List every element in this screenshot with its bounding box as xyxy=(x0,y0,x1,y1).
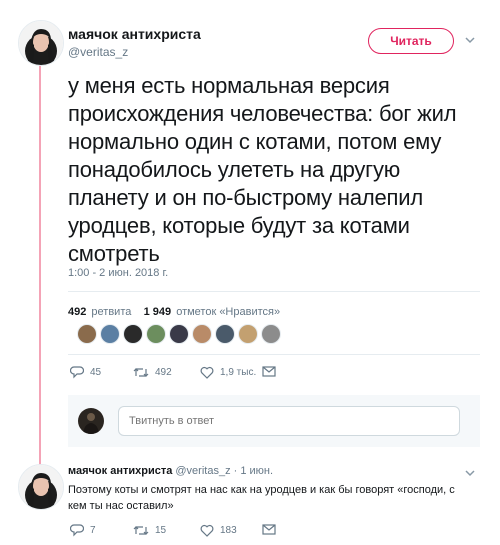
tweet-timestamp[interactable]: 1:00 - 2 июн. 2018 г. xyxy=(68,267,168,279)
message-icon xyxy=(262,524,276,535)
liker-avatar[interactable] xyxy=(238,324,258,344)
retweet-count[interactable]: 492 xyxy=(68,306,86,318)
liker-avatar[interactable] xyxy=(146,324,166,344)
reply-direct-message-action[interactable] xyxy=(262,524,282,535)
direct-message-action[interactable] xyxy=(262,366,282,377)
reply-count: 45 xyxy=(90,367,102,378)
reply-like-count: 183 xyxy=(220,525,237,536)
chevron-down-icon[interactable] xyxy=(464,33,476,51)
reply-author-name[interactable]: маячок антихриста xyxy=(68,465,172,477)
liker-avatar[interactable] xyxy=(192,324,212,344)
reply-header: маячок антихриста @veritas_z · 1 июн. xyxy=(68,465,273,477)
liker-avatar[interactable] xyxy=(261,324,281,344)
liker-avatar[interactable] xyxy=(77,324,97,344)
liker-avatar[interactable] xyxy=(123,324,143,344)
like-action-count: 1,9 тыс. xyxy=(220,367,257,378)
reply-like-action[interactable]: 183 xyxy=(200,524,237,537)
tweet-text: у меня есть нормальная версия происхожде… xyxy=(68,73,457,266)
reply-retweet-count: 15 xyxy=(155,525,167,536)
engagement-stats: 492 ретвита 1 949 отметок «Нравится» xyxy=(68,306,280,318)
likers-avatars xyxy=(77,324,284,346)
reply-author-avatar[interactable] xyxy=(18,464,64,510)
like-label[interactable]: отметок «Нравится» xyxy=(176,306,280,318)
author-name[interactable]: маячок антихриста xyxy=(68,26,201,42)
reply-retweet-action[interactable]: 15 xyxy=(133,524,166,537)
reply-text: Поэтому коты и смотрят на нас как на уро… xyxy=(68,484,455,512)
reply-input[interactable] xyxy=(118,406,460,436)
retweet-icon xyxy=(133,368,149,377)
message-icon xyxy=(262,366,276,377)
like-action[interactable]: 1,9 тыс. xyxy=(200,366,256,379)
reply-icon xyxy=(70,524,84,537)
thread-connector-line xyxy=(39,64,41,468)
retweet-action-count: 492 xyxy=(155,367,172,378)
reply-reply-count: 7 xyxy=(90,525,96,536)
reply-action[interactable]: 45 xyxy=(70,366,101,379)
divider xyxy=(68,291,480,292)
divider xyxy=(68,354,480,355)
retweet-icon xyxy=(133,526,149,535)
retweet-action[interactable]: 492 xyxy=(133,366,172,379)
reply-reply-action[interactable]: 7 xyxy=(70,524,96,537)
like-count[interactable]: 1 949 xyxy=(144,306,172,318)
follow-button[interactable]: Читать xyxy=(368,28,454,54)
liker-avatar[interactable] xyxy=(215,324,235,344)
liker-avatar[interactable] xyxy=(100,324,120,344)
reply-icon xyxy=(70,366,84,379)
author-avatar[interactable] xyxy=(18,20,64,66)
liker-avatar[interactable] xyxy=(169,324,189,344)
heart-icon xyxy=(200,366,214,379)
reply-author-handle[interactable]: @veritas_z xyxy=(175,465,230,477)
author-handle[interactable]: @veritas_z xyxy=(68,45,128,59)
heart-icon xyxy=(200,524,214,537)
current-user-avatar xyxy=(78,408,104,434)
reply-time[interactable]: · 1 июн. xyxy=(234,465,273,477)
retweet-label[interactable]: ретвита xyxy=(91,306,131,318)
